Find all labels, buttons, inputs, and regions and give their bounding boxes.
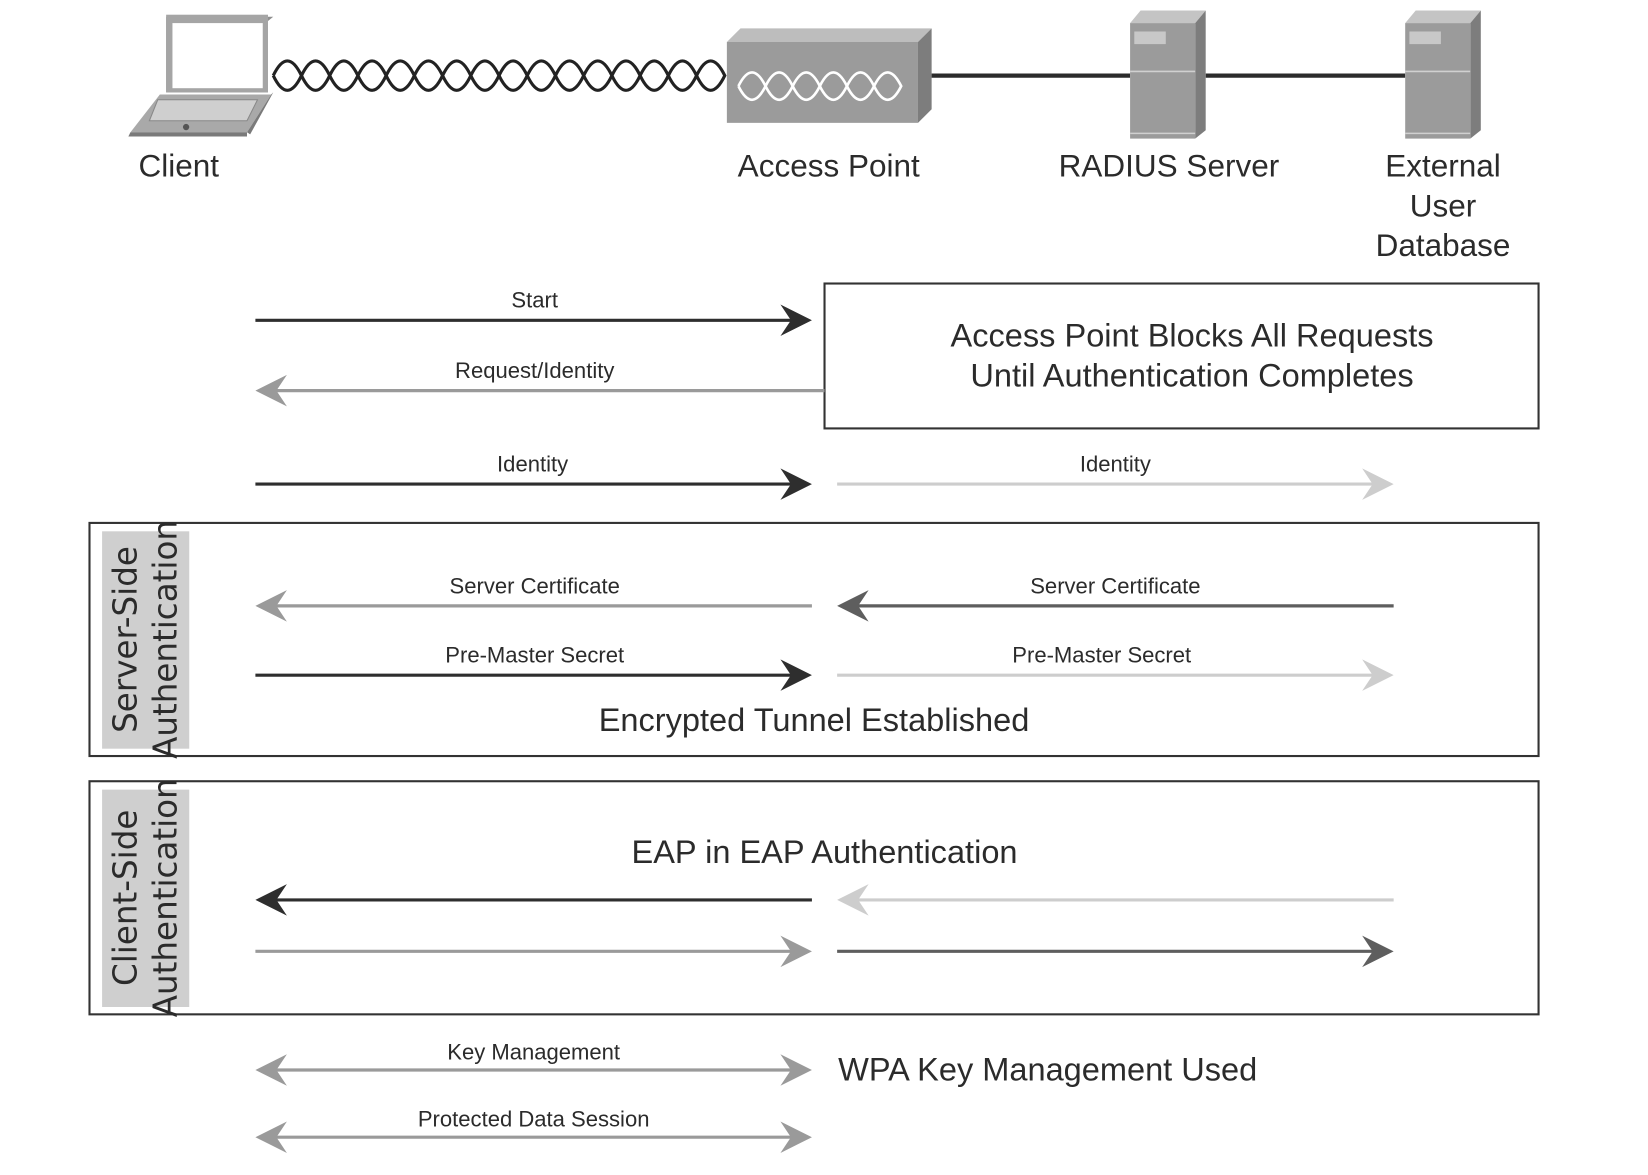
access-point-label: Access Point	[738, 147, 920, 183]
identity-radius-label: Identity	[1080, 451, 1151, 476]
eap-flow-diagram: Client Access Point RADIUS Server Extern…	[88, 10, 1540, 1153]
laptop-icon	[128, 14, 274, 137]
protected-data-label: Protected Data Session	[418, 1107, 650, 1132]
server-side-label-line2: Authentication	[147, 520, 185, 759]
client-label: Client	[138, 147, 219, 183]
eap-client-arrow	[255, 884, 812, 916]
server-certificate-radius-label: Server Certificate	[1030, 573, 1200, 598]
wpa-note: WPA Key Management Used	[838, 1051, 1257, 1087]
client-side-label-line2: Authentication	[147, 778, 185, 1017]
pre-master-radius-label: Pre-Master Secret	[1012, 643, 1191, 668]
eap-response-client-arrow	[255, 935, 812, 968]
external-db-label-line3: Database	[1376, 227, 1511, 263]
ap-blocks-box	[823, 282, 1540, 430]
client-side-label-line1: Client-Side	[107, 810, 145, 986]
radius-server-icon	[1130, 10, 1206, 139]
ap-blocks-note-line1: Access Point Blocks All Requests	[951, 318, 1434, 354]
start-label: Start	[511, 288, 558, 313]
client-side-section	[88, 780, 1540, 1016]
ap-blocks-note-line2: Until Authentication Completes	[970, 357, 1413, 393]
access-point-icon	[726, 28, 932, 123]
radius-server-label: RADIUS Server	[1059, 147, 1280, 183]
request-identity-label: Request/Identity	[455, 358, 614, 383]
eap-note: EAP in EAP Authentication	[632, 834, 1018, 870]
identity-client-label: Identity	[497, 451, 568, 476]
eap-radius-arrow	[837, 884, 1394, 916]
eap-response-radius-arrow	[837, 935, 1394, 968]
wireless-signal-icon	[271, 59, 727, 92]
tunnel-note: Encrypted Tunnel Established	[599, 702, 1030, 738]
external-db-label-line1: External	[1385, 147, 1501, 183]
database-server-icon	[1405, 10, 1481, 139]
server-certificate-client-label: Server Certificate	[450, 573, 620, 598]
server-side-label-line1: Server-Side	[107, 546, 145, 733]
pre-master-client-label: Pre-Master Secret	[445, 643, 624, 668]
external-db-label-line2: User	[1410, 187, 1477, 223]
key-management-label: Key Management	[447, 1039, 620, 1064]
